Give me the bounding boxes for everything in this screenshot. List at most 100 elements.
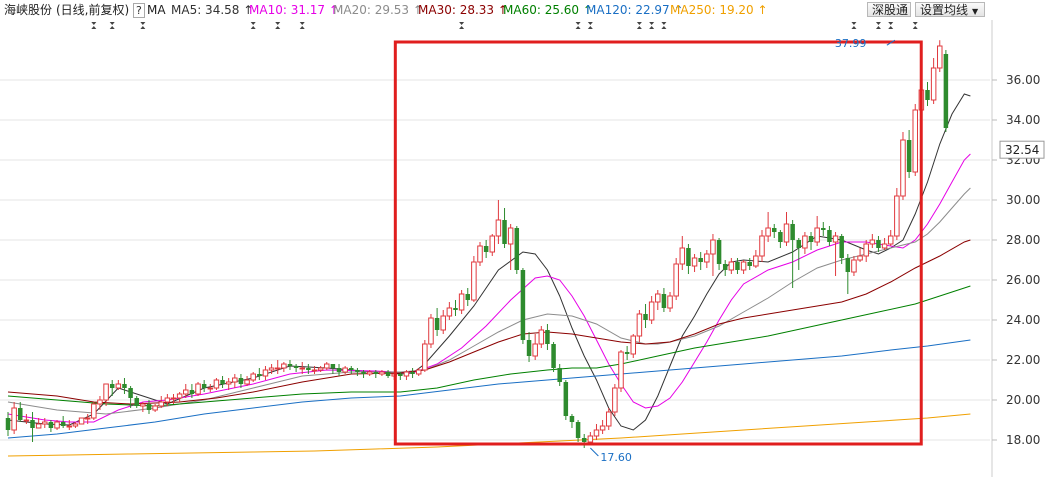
candle [599, 420, 606, 434]
candle-body [84, 417, 91, 420]
y-tick-label: 34.00 [1006, 113, 1040, 127]
candle [827, 226, 832, 246]
candle [624, 346, 630, 360]
candle-body [943, 54, 949, 128]
candle [630, 334, 637, 358]
kline-chart: 18.0020.0022.0024.0026.0028.0030.0032.00… [0, 20, 1045, 477]
candle-body [225, 381, 232, 385]
candle [643, 304, 648, 328]
candle-body [48, 422, 54, 428]
candle [906, 130, 912, 178]
candle-body [379, 371, 385, 375]
candle [115, 380, 122, 390]
candle [446, 302, 453, 320]
y-axis: 18.0020.0022.0024.0026.0028.0030.0032.00… [991, 20, 1040, 477]
candle [403, 370, 410, 380]
candle [618, 350, 624, 392]
candle-body [232, 377, 238, 383]
candle-body [827, 230, 832, 242]
candle [943, 50, 949, 132]
y-tick-label: 24.00 [1006, 313, 1040, 327]
candle-body [520, 270, 526, 340]
candle-body [636, 313, 643, 337]
candle-body [18, 408, 23, 420]
candle-body [220, 380, 225, 384]
candle [495, 200, 502, 244]
candle [5, 412, 11, 436]
candle [274, 360, 281, 374]
candle-body [643, 314, 648, 320]
candle [930, 58, 937, 104]
candle-body [851, 259, 857, 273]
candle [569, 414, 575, 428]
candle [716, 238, 722, 270]
candle-body [821, 228, 826, 230]
ma120-line [7, 339, 971, 439]
candle [722, 260, 728, 276]
candle-body [158, 401, 164, 407]
candle [655, 290, 661, 310]
candle-body [661, 294, 667, 308]
event-marker-icon [649, 22, 655, 29]
candle-body [563, 382, 569, 416]
candle-body [299, 367, 305, 370]
candle-body [164, 397, 171, 403]
candle [355, 368, 360, 376]
candle-body [605, 411, 612, 427]
candle [581, 434, 587, 448]
candle-body [465, 294, 470, 300]
candle [661, 288, 667, 312]
event-marker-icon [250, 22, 256, 29]
candle-body [134, 398, 139, 406]
candle-body [630, 335, 637, 355]
candle-body [796, 240, 802, 248]
candle-body [618, 351, 624, 389]
candle-body [342, 367, 348, 373]
candle [91, 402, 97, 420]
candle [48, 420, 54, 432]
candle-body [686, 248, 691, 266]
event-marker-icon [275, 22, 281, 29]
candle-body [722, 264, 728, 270]
candle-body [287, 364, 293, 366]
candle [814, 216, 820, 246]
candle [30, 412, 35, 442]
candle-body [355, 370, 360, 372]
candle [765, 212, 771, 242]
candle-body [740, 261, 747, 271]
y-tick-label: 26.00 [1006, 273, 1040, 287]
candle [54, 420, 60, 430]
candle-body [778, 232, 783, 242]
candle-body [35, 423, 42, 429]
candle-body [759, 235, 765, 257]
candle [201, 380, 207, 392]
candle-body [238, 378, 244, 384]
candle [434, 308, 440, 336]
event-marker-icon [888, 22, 894, 29]
candle-body [783, 223, 790, 243]
candle [134, 396, 139, 408]
ma10-line [7, 153, 971, 423]
candle-body [183, 389, 189, 395]
candle [869, 234, 876, 248]
candle-body [863, 243, 869, 257]
annotation-pointer [589, 447, 599, 457]
candle-body [366, 371, 373, 375]
candle-body [735, 262, 740, 270]
candle-body [11, 407, 17, 431]
candle-body [790, 224, 795, 240]
candle [937, 40, 943, 72]
candle [195, 382, 201, 396]
candle-body [667, 295, 673, 309]
candle [728, 258, 735, 274]
candle-body [471, 261, 477, 301]
candle-body [361, 372, 366, 374]
candle-body [575, 422, 581, 438]
candle-body [557, 368, 562, 382]
candle-body [551, 344, 556, 368]
candle-body [274, 367, 281, 370]
candle [698, 252, 703, 270]
candle [863, 240, 869, 262]
candle-body [385, 372, 391, 376]
event-marker-icon [91, 22, 97, 29]
